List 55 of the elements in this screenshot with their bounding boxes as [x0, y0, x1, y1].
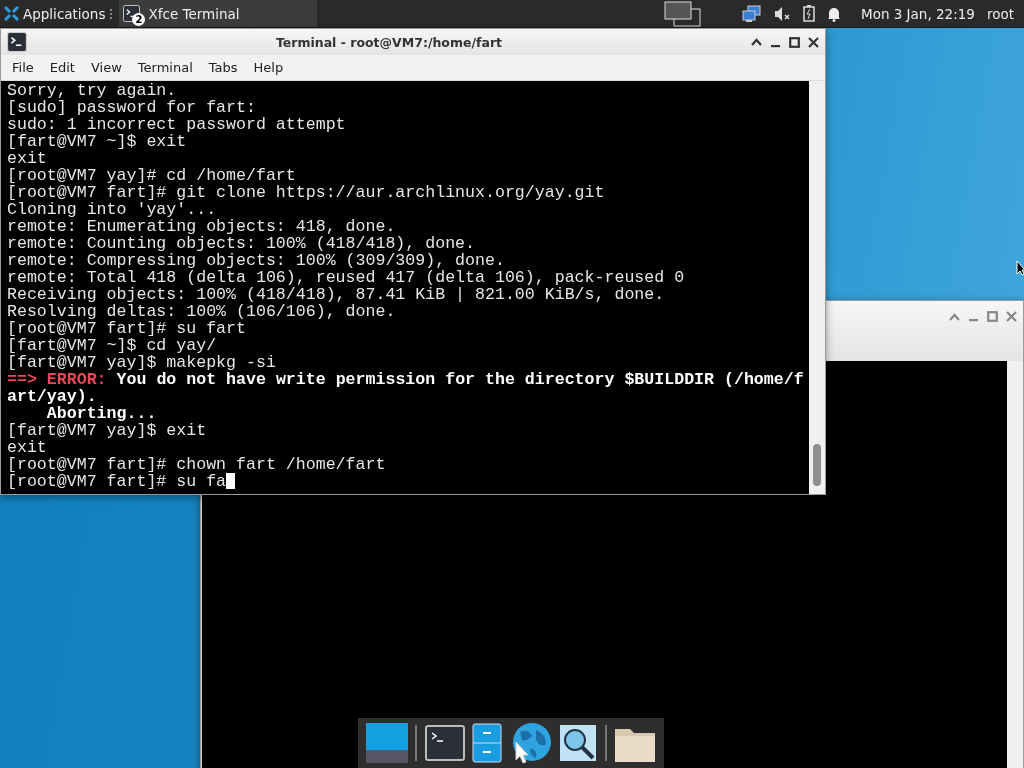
terminal-icon — [123, 5, 141, 22]
search-icon[interactable] — [559, 724, 598, 762]
shade-icon[interactable] — [751, 38, 762, 46]
terminal-line: Sorry, try again. — [7, 82, 178, 99]
error-line: ==> ERROR: You do not have write permission for the directory $BUILDDIR (/home/f — [7, 371, 805, 388]
terminal-line: [fart@VM7 ~]$ cd yay/ — [7, 337, 218, 354]
handle-icon — [109, 7, 114, 20]
close-icon[interactable] — [808, 36, 819, 48]
terminal-line: [fart@VM7 yay]$ makepkg -si — [7, 354, 277, 371]
show-desktop-icon[interactable] — [365, 723, 408, 763]
terminal-line: Resolving deltas: 100% (106/106), done. — [7, 303, 397, 320]
maximize-icon[interactable] — [789, 36, 800, 48]
terminal-line: [root@VM7 fart]# su fa — [7, 473, 809, 490]
terminal-icon[interactable] — [424, 725, 465, 761]
menu-item[interactable]: View — [82, 60, 130, 75]
battery-icon[interactable] — [803, 5, 815, 22]
window-title: Terminal - root@VM7:/home/fart — [274, 34, 504, 50]
terminal-line: [root@VM7 yay]# cd /home/fart — [7, 167, 297, 184]
terminal-line: [root@VM7 fart]# su fart — [7, 320, 247, 337]
terminal-line: remote: Enumerating objects: 418, done. — [7, 218, 397, 235]
window-count-badge: 2 — [132, 13, 146, 26]
terminal-line: exit — [7, 150, 48, 167]
notification-bell-icon[interactable] — [827, 5, 841, 22]
network-icon[interactable] — [742, 4, 762, 23]
volume-muted-icon[interactable] — [774, 5, 791, 22]
menu-item[interactable]: Help — [245, 60, 292, 75]
terminal-line: sudo: 1 incorrect password attempt — [7, 116, 347, 133]
terminal-line: remote: Counting objects: 100% (418/418), done. — [7, 235, 477, 252]
terminal-line: [root@VM7 fart]# chown fart /home/fart — [7, 456, 387, 473]
terminal-line: exit — [7, 439, 48, 456]
terminal-line: art/yay). — [7, 388, 98, 405]
terminal-line: remote: Compressing objects: 100% (309/309), done. — [7, 252, 506, 269]
scrollbar-thumb[interactable] — [813, 444, 821, 486]
terminal-icon[interactable] — [7, 32, 27, 52]
file-cabinet-icon[interactable] — [472, 723, 503, 763]
terminal-line: Aborting... — [45, 405, 158, 422]
terminal-line: [fart@VM7 ~]$ exit — [7, 133, 188, 150]
terminal-line: [sudo] password for fart: — [7, 99, 257, 116]
menu-item[interactable]: Tabs — [200, 60, 246, 75]
workspace-switcher-icon[interactable] — [664, 0, 702, 27]
menu-item[interactable]: Terminal — [129, 60, 201, 75]
menu-item[interactable]: File — [4, 60, 42, 75]
xfce-mouse-icon — [4, 6, 19, 21]
terminal-line: [root@VM7 fart]# git clone https://aur.archlinux.org/yay.git — [7, 184, 606, 201]
taskbar-button[interactable]: 2 Xfce Terminal — [119, 0, 318, 27]
mouse-pointer-icon — [1016, 260, 1024, 276]
terminal-line: [fart@VM7 yay]$ exit — [7, 422, 208, 439]
user-name[interactable]: root — [986, 5, 1014, 22]
terminal-line: Cloning into 'yay'... — [7, 201, 218, 218]
terminal-line: remote: Total 418 (delta 106), reused 417 (delta 106), pack-reused 0 — [7, 269, 686, 286]
menu-item[interactable]: Edit — [41, 60, 83, 75]
terminal-line: Receiving objects: 100% (418/418), 87.41 KiB | 821.00 KiB/s, done. — [7, 286, 666, 303]
clock[interactable]: Mon 3 Jan, 22:19 — [861, 5, 975, 22]
applications-menu[interactable]: Applications — [0, 0, 110, 27]
text-cursor — [226, 473, 236, 489]
